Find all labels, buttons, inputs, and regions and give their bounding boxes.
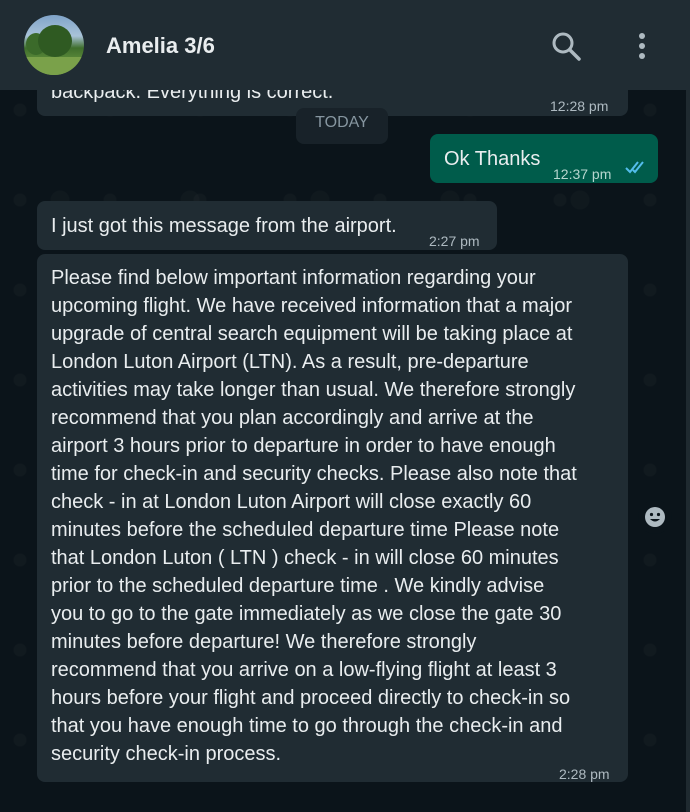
message-bubble-outgoing[interactable]: Ok Thanks 12:37 pm bbox=[430, 134, 658, 183]
message-line: that London Luton ( LTN ) check - in wil… bbox=[51, 547, 559, 569]
message-line: upgrade of central search equipment will… bbox=[51, 323, 573, 345]
message-text: Ok Thanks bbox=[444, 148, 541, 170]
message-body: Please find below important information … bbox=[51, 264, 577, 768]
message-line: time for check-in and security checks. P… bbox=[51, 463, 577, 485]
message-bubble-incoming[interactable]: Please find below important information … bbox=[37, 254, 628, 782]
avatar-tree-shape bbox=[38, 25, 72, 57]
contact-name[interactable]: Amelia 3/6 bbox=[106, 33, 215, 59]
emoji-icon bbox=[645, 507, 665, 527]
message-time: 12:37 pm bbox=[553, 166, 612, 182]
emoji-react-button[interactable] bbox=[638, 500, 672, 534]
message-line: recommend that you arrive on a low-flyin… bbox=[51, 659, 557, 681]
message-line: activities may take longer than usual. W… bbox=[51, 379, 576, 401]
message-line: minutes before the scheduled departure t… bbox=[51, 519, 560, 541]
read-receipt-icon bbox=[625, 161, 644, 174]
message-time: 2:28 pm bbox=[559, 766, 610, 782]
message-time: 2:27 pm bbox=[429, 233, 480, 249]
message-line: prior to the scheduled departure time . … bbox=[51, 575, 545, 597]
menu-button[interactable] bbox=[628, 30, 656, 62]
message-bubble-incoming[interactable]: I just got this message from the airport… bbox=[37, 201, 497, 250]
message-time: 12:28 pm bbox=[550, 98, 609, 114]
date-separator: TODAY bbox=[296, 108, 388, 144]
message-line: Please find below important information … bbox=[51, 267, 536, 289]
message-line: you to go to the gate immediately as we … bbox=[51, 603, 562, 625]
message-line: recommend that you plan accordingly and … bbox=[51, 407, 534, 429]
chat-header: Amelia 3/6 bbox=[0, 0, 690, 90]
message-line: security check-in process. bbox=[51, 743, 282, 765]
message-line: London Luton Airport (LTN). As a result,… bbox=[51, 351, 529, 373]
more-vertical-icon bbox=[639, 33, 645, 59]
scrollbar[interactable] bbox=[686, 90, 690, 812]
message-line: minutes before departure! We therefore s… bbox=[51, 631, 477, 653]
search-icon bbox=[552, 32, 581, 61]
avatar-grass-shape bbox=[24, 57, 84, 75]
message-text: I just got this message from the airport… bbox=[51, 215, 397, 237]
search-button[interactable] bbox=[550, 30, 582, 62]
message-line: check - in at London Luton Airport will … bbox=[51, 491, 532, 513]
avatar[interactable] bbox=[24, 15, 84, 75]
message-line: airport 3 hours prior to departure in or… bbox=[51, 435, 556, 457]
message-line: hours before your flight and proceed dir… bbox=[51, 687, 571, 709]
message-line: that you have enough time to go through … bbox=[51, 715, 563, 737]
message-line: upcoming flight. We have received inform… bbox=[51, 295, 573, 317]
